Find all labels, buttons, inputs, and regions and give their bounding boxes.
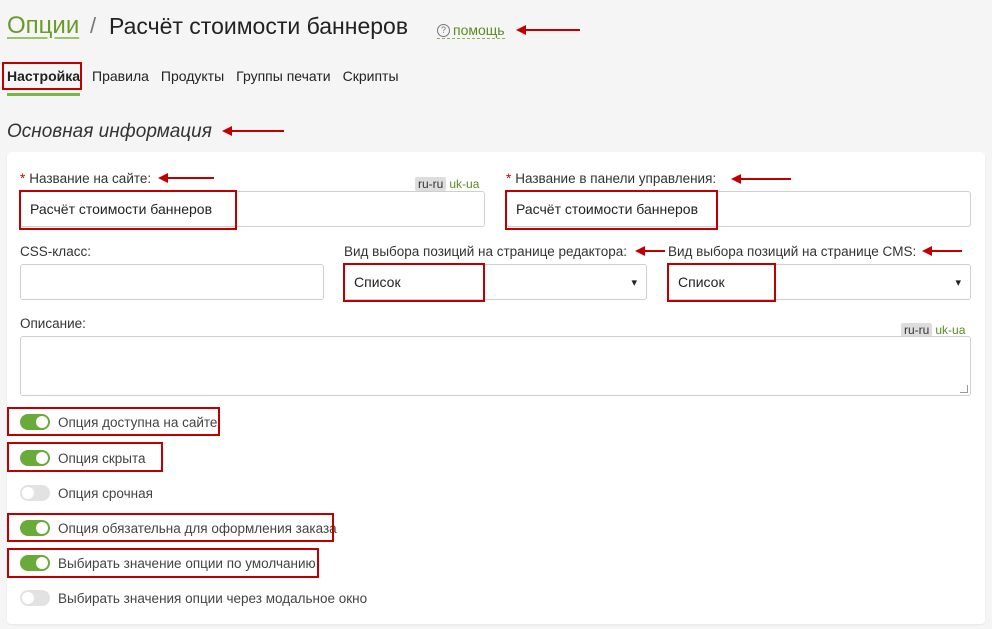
breadcrumb-options-link[interactable]: Опции — [7, 12, 79, 40]
css-class-input[interactable] — [20, 264, 324, 300]
breadcrumb-separator: / — [90, 13, 97, 38]
lang-current[interactable]: ru-ru — [901, 323, 933, 337]
toggle-label: Выбирать значения опции через модальное … — [58, 590, 368, 606]
lang-alt[interactable]: uk-ua — [935, 323, 965, 337]
toggle-switch[interactable] — [20, 555, 50, 571]
toggle-label: Опция обязательна для оформления заказа — [58, 520, 337, 536]
editor-view-label: Вид выбора позиций на странице редактора… — [344, 244, 627, 259]
css-class-label: CSS-класс: — [20, 244, 91, 259]
lang-current[interactable]: ru-ru — [415, 177, 447, 191]
section-title: Основная информация — [7, 121, 212, 142]
toggle-label: Опция срочная — [58, 485, 153, 501]
cms-view-value: Список — [678, 274, 725, 290]
tab-scripts[interactable]: Скрипты — [343, 68, 399, 96]
toggle-required-for-order[interactable]: Опция обязательна для оформления заказа — [20, 520, 337, 536]
required-mark: * — [506, 171, 512, 186]
toggle-hidden[interactable]: Опция скрыта — [20, 450, 146, 466]
chevron-down-icon: ▾ — [955, 276, 961, 289]
help-link[interactable]: ? помощь — [437, 22, 505, 39]
toggle-default-value[interactable]: Выбирать значение опции по умолчанию — [20, 555, 316, 571]
main-info-card: * Название на сайте: ru-ru uk-ua Расчёт с… — [7, 152, 985, 624]
tab-rules[interactable]: Правила — [92, 68, 149, 96]
admin-name-input[interactable]: Расчёт стоимости баннеров — [506, 191, 971, 227]
help-icon: ? — [437, 23, 450, 37]
description-lang-switch: ru-ru uk-ua — [901, 323, 965, 337]
admin-name-label: * Название в панели управления: — [506, 171, 717, 186]
toggle-urgent[interactable]: Опция срочная — [20, 485, 153, 501]
description-textarea[interactable] — [20, 336, 971, 396]
cms-view-label: Вид выбора позиций на странице CMS: — [668, 244, 917, 259]
annotation-arrow-icon — [516, 24, 580, 36]
editor-view-select[interactable]: Список ▾ — [344, 264, 647, 300]
site-name-label: * Название на сайте: — [20, 171, 152, 186]
help-label: помощь — [453, 22, 505, 38]
toggle-modal-select[interactable]: Выбирать значения опции через модальное … — [20, 590, 367, 606]
description-label: Описание: — [20, 316, 86, 331]
tab-print-groups[interactable]: Группы печати — [236, 68, 330, 96]
editor-view-value: Список — [354, 274, 401, 290]
toggle-switch[interactable] — [20, 590, 50, 606]
annotation-arrow-icon — [222, 125, 284, 137]
page-title: Расчёт стоимости баннеров — [109, 13, 409, 39]
toggle-switch[interactable] — [20, 414, 50, 430]
toggle-switch[interactable] — [20, 485, 50, 501]
tab-settings[interactable]: Настройка — [7, 68, 81, 96]
tab-products[interactable]: Продукты — [161, 68, 224, 96]
site-name-input[interactable]: Расчёт стоимости баннеров — [20, 191, 485, 227]
toggle-switch[interactable] — [20, 520, 50, 536]
tabs: Настройка Правила Продукты Группы печати… — [7, 68, 411, 96]
lang-alt[interactable]: uk-ua — [449, 177, 479, 191]
cms-view-select[interactable]: Список ▾ — [668, 264, 971, 300]
site-name-lang-switch: ru-ru uk-ua — [415, 177, 479, 191]
resize-handle-icon[interactable] — [960, 385, 968, 393]
required-mark: * — [20, 171, 26, 186]
toggle-label: Выбирать значение опции по умолчанию — [58, 555, 316, 571]
toggle-label: Опция скрыта — [58, 450, 146, 466]
toggle-label: Опция доступна на сайте — [58, 414, 218, 430]
toggle-available-on-site[interactable]: Опция доступна на сайте — [20, 414, 217, 430]
chevron-down-icon: ▾ — [631, 276, 637, 289]
toggle-switch[interactable] — [20, 450, 50, 466]
